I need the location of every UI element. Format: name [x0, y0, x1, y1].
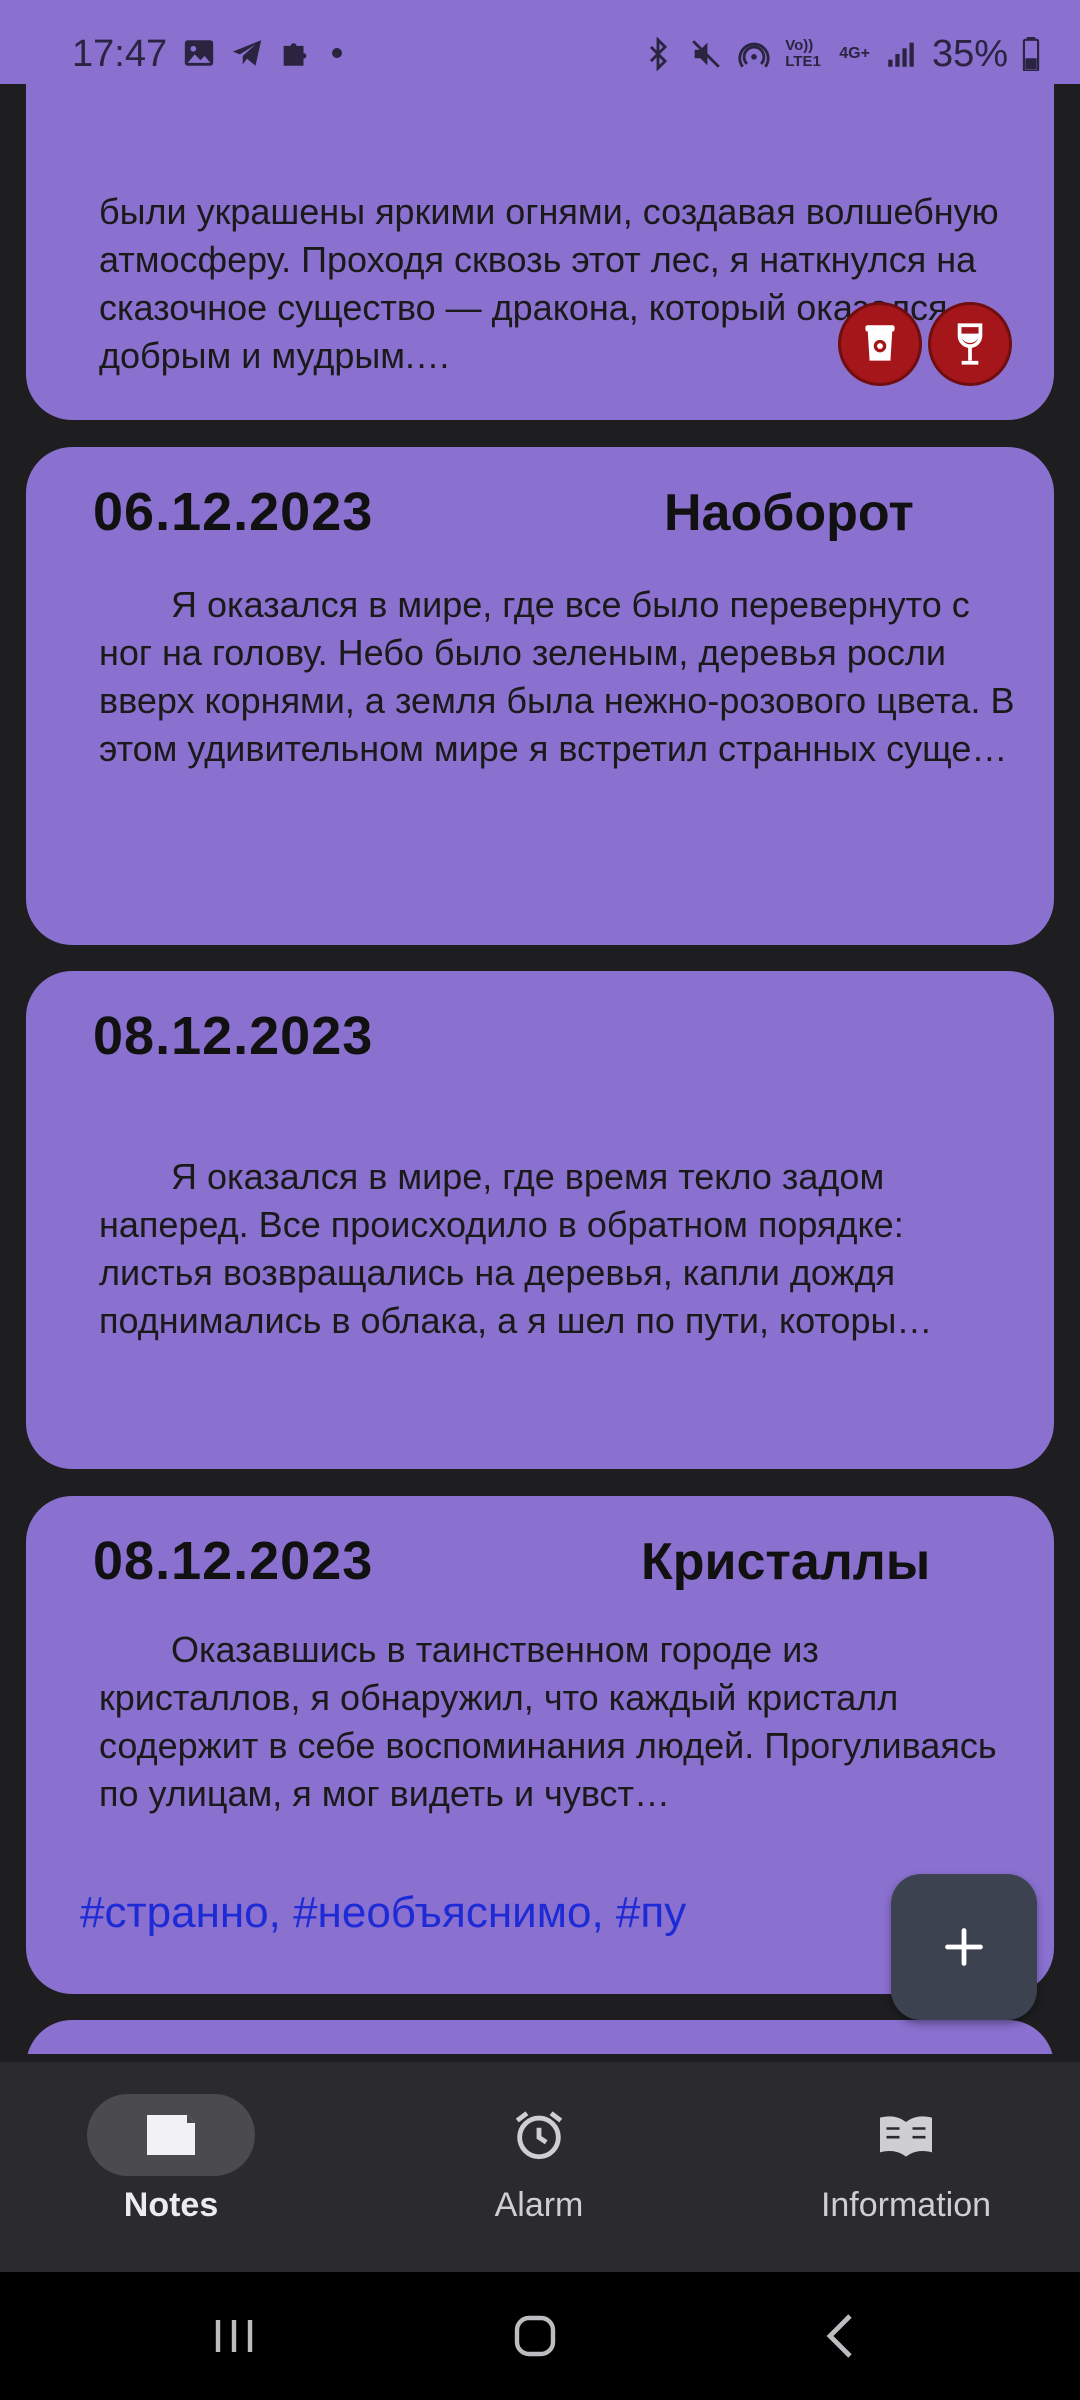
- recents-icon[interactable]: [204, 2306, 264, 2366]
- bottom-navigation: Notes Alarm Information: [0, 2062, 1080, 2272]
- note-tags[interactable]: #странно, #необъяснимо, #пу: [80, 1888, 790, 1938]
- note-date: 08.12.2023: [93, 1006, 374, 1066]
- nav-pill-notes[interactable]: [87, 2094, 255, 2176]
- note-card[interactable]: 08.12.2023 Я оказался в мире, где время …: [26, 971, 1054, 1469]
- note-title: Наоборот: [664, 484, 914, 542]
- battery-percent: 35%: [931, 33, 1008, 75]
- home-icon[interactable]: [505, 2306, 565, 2366]
- note-date: 08.12.2023: [93, 1531, 374, 1591]
- nav-pill-alarm[interactable]: [455, 2094, 623, 2176]
- plus-icon: [945, 1928, 983, 1966]
- alarm-icon: [515, 2111, 563, 2160]
- nav-item-information[interactable]: Information: [756, 2094, 1056, 2225]
- image-icon: [184, 40, 214, 66]
- 4g-icon: 4G+: [839, 45, 870, 62]
- wine-glass-icon[interactable]: [928, 302, 1012, 386]
- nav-label-information: Information: [820, 2186, 992, 2224]
- add-note-button[interactable]: [891, 1874, 1037, 2020]
- puzzle-icon: [283, 43, 307, 66]
- note-card[interactable]: были украшены яркими огнями, создавая во…: [26, 84, 1054, 420]
- volte-icon: Vo)) LTE1: [785, 37, 821, 70]
- nav-label-alarm: Alarm: [494, 2186, 584, 2224]
- nav-item-notes[interactable]: Notes: [21, 2094, 321, 2225]
- nav-pill-information[interactable]: [822, 2094, 990, 2176]
- note-body: Я оказался в мире, где все было переверн…: [99, 584, 1015, 769]
- nav-label-notes: Notes: [123, 2186, 219, 2224]
- system-navigation-bar: [0, 2272, 1080, 2400]
- telegram-icon: [232, 40, 262, 66]
- notes-list[interactable]: были украшены яркими огнями, создавая во…: [0, 84, 1080, 2054]
- notification-icons: [182, 36, 342, 70]
- bluetooth-icon: [650, 37, 668, 71]
- hotspot-icon: [738, 42, 770, 68]
- note-card[interactable]: 06.12.2023 Наоборот Я оказался в мире, г…: [26, 447, 1054, 945]
- book-icon: [880, 2116, 932, 2157]
- signal-icon: [888, 42, 914, 67]
- system-status-icons: Vo)) LTE1 4G+ 35%: [641, 34, 1040, 74]
- note-card[interactable]: [26, 2020, 1054, 2054]
- dot-icon: [332, 48, 342, 58]
- nav-item-alarm[interactable]: Alarm: [389, 2094, 689, 2225]
- status-bar: 17:47 Vo)) LTE1 4G+ 35%: [0, 0, 1080, 84]
- battery-icon: [1022, 37, 1040, 71]
- note-icon: [147, 2115, 195, 2155]
- note-date: 06.12.2023: [93, 482, 374, 542]
- note-body: Оказавшись в таинственном городе из крис…: [99, 1629, 997, 1814]
- mute-icon: [692, 40, 721, 68]
- back-icon[interactable]: [810, 2306, 870, 2366]
- note-body: Я оказался в мире, где время текло задом…: [99, 1156, 933, 1341]
- status-time: 17:47: [72, 33, 168, 75]
- note-title: Кристаллы: [641, 1533, 931, 1591]
- coffee-cup-icon[interactable]: [838, 302, 922, 386]
